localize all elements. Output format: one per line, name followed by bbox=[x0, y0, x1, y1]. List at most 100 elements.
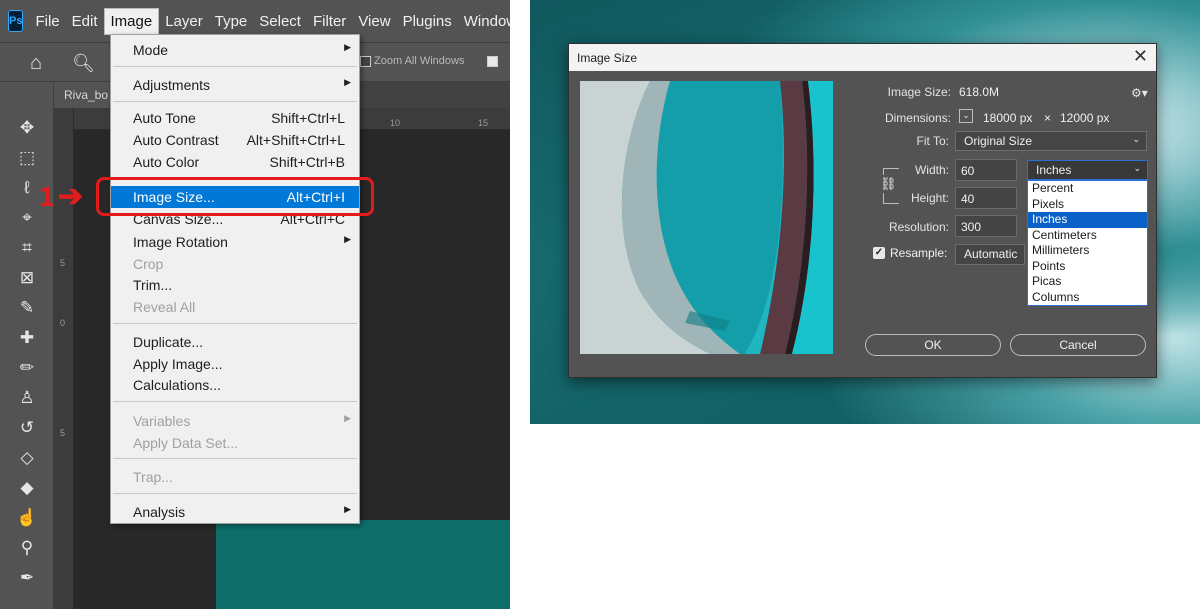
unit-option-pixels[interactable]: Pixels bbox=[1028, 197, 1147, 213]
menu-item-auto-tone[interactable]: Auto Tone Shift+Ctrl+L bbox=[111, 107, 359, 129]
menu-item-auto-color[interactable]: Auto Color Shift+Ctrl+B bbox=[111, 151, 359, 173]
close-icon[interactable]: ✕ bbox=[1133, 46, 1148, 67]
history-brush-icon[interactable]: ↺ bbox=[14, 416, 40, 440]
menu-item-adjustments[interactable]: Adjustments ▶ bbox=[111, 74, 359, 96]
zoom-all-windows-checkbox[interactable] bbox=[360, 56, 371, 67]
menu-layer[interactable]: Layer bbox=[159, 9, 209, 34]
eyedropper-tool-icon[interactable]: ✎ bbox=[14, 296, 40, 320]
zoom-all-windows-label: Zoom All Windows bbox=[374, 55, 465, 67]
photoshop-window: Ps File Edit Image Layer Type Select Fil… bbox=[0, 0, 510, 609]
smudge-tool-icon[interactable]: ☝ bbox=[14, 506, 40, 530]
menu-file[interactable]: File bbox=[29, 9, 65, 34]
paint-bucket-icon[interactable]: ◆ bbox=[14, 476, 40, 500]
document-tab[interactable]: Riva_bo bbox=[54, 82, 119, 108]
unit-option-inches[interactable]: Inches bbox=[1028, 212, 1147, 228]
image-preview[interactable] bbox=[580, 81, 833, 354]
resample-method-select[interactable]: Automatic bbox=[955, 244, 1025, 265]
menu-separator bbox=[113, 323, 357, 324]
ruler-tick-label: 5 bbox=[60, 428, 66, 438]
unit-option-points[interactable]: Points bbox=[1028, 259, 1147, 275]
chevron-down-icon: ⌄ bbox=[1132, 134, 1140, 144]
submenu-arrow-icon: ▶ bbox=[344, 77, 351, 87]
dodge-tool-icon[interactable]: ⚲ bbox=[14, 536, 40, 560]
dimensions-height-value: 12000 px bbox=[1060, 111, 1110, 125]
ok-button[interactable]: OK bbox=[865, 334, 1001, 356]
cancel-button[interactable]: Cancel bbox=[1010, 334, 1146, 356]
step-number-annotation: 1 bbox=[39, 181, 55, 212]
crop-tool-icon[interactable]: ⌗ bbox=[14, 236, 40, 260]
menu-item-auto-contrast[interactable]: Auto Contrast Alt+Shift+Ctrl+L bbox=[111, 129, 359, 151]
resolution-label: Resolution: bbox=[888, 220, 949, 234]
dialog-title-bar: Image Size ✕ bbox=[569, 44, 1156, 71]
object-select-tool-icon[interactable]: ⌖ bbox=[14, 206, 40, 230]
submenu-arrow-icon: ▶ bbox=[344, 413, 351, 423]
image-size-dialog: Image Size ✕ Image Size: 618.0M ⚙▾ Dimen… bbox=[568, 43, 1157, 378]
menu-item-apply-image[interactable]: Apply Image... bbox=[111, 353, 359, 375]
menu-filter[interactable]: Filter bbox=[307, 9, 352, 34]
menu-view[interactable]: View bbox=[352, 9, 396, 34]
zoom-tool-icon[interactable]: 🔍︎ bbox=[72, 51, 96, 75]
menu-type[interactable]: Type bbox=[209, 9, 254, 34]
menu-separator bbox=[113, 458, 357, 459]
home-icon[interactable]: ⌂ bbox=[22, 51, 50, 75]
dimensions-label: Dimensions: bbox=[884, 111, 951, 125]
menu-separator bbox=[113, 401, 357, 402]
resolution-input[interactable]: 300 bbox=[955, 215, 1017, 237]
menu-plugins[interactable]: Plugins bbox=[397, 9, 458, 34]
dimensions-times-sign: × bbox=[1044, 111, 1052, 125]
menu-item-trap: Trap... bbox=[133, 469, 173, 485]
move-tool-icon[interactable]: ✥ bbox=[14, 116, 40, 140]
ruler-tick-label: 15 bbox=[478, 118, 489, 128]
chevron-down-icon[interactable]: ⌄ bbox=[959, 109, 973, 123]
menu-item-analysis[interactable]: Analysis ▶ bbox=[111, 501, 359, 523]
ruler-tick-label: 0 bbox=[60, 318, 66, 328]
menu-separator bbox=[113, 101, 357, 102]
menu-item-mode[interactable]: Mode ▶ bbox=[111, 39, 359, 61]
unit-option-centimeters[interactable]: Centimeters bbox=[1028, 228, 1147, 244]
image-menu-dropdown: Mode ▶ Adjustments ▶ Auto Tone Shift+Ctrl+L… bbox=[110, 34, 360, 524]
dimensions-width-value: 18000 px bbox=[983, 111, 1033, 125]
ruler-tick-label: 10 bbox=[390, 118, 401, 128]
clone-stamp-icon[interactable]: ♙ bbox=[14, 386, 40, 410]
height-label: Height: bbox=[910, 191, 949, 205]
marquee-tool-icon[interactable]: ⬚ bbox=[14, 146, 40, 170]
scrubby-zoom-checkbox[interactable] bbox=[487, 56, 498, 67]
document-image[interactable] bbox=[216, 520, 510, 609]
chevron-down-icon: ⌄ bbox=[1133, 163, 1141, 173]
fit-to-label: Fit To: bbox=[916, 134, 949, 148]
menu-item-image-rotation[interactable]: Image Rotation ▶ bbox=[111, 231, 359, 253]
width-unit-select[interactable]: Inches ⌄ bbox=[1027, 160, 1148, 180]
menu-window[interactable]: Window bbox=[458, 9, 510, 34]
menu-item-reveal-all: Reveal All bbox=[133, 299, 196, 315]
menu-edit[interactable]: Edit bbox=[66, 9, 104, 34]
submenu-arrow-icon: ▶ bbox=[344, 234, 351, 244]
height-input[interactable]: 40 bbox=[955, 187, 1017, 209]
healing-brush-icon[interactable]: ✚ bbox=[14, 326, 40, 350]
width-input[interactable]: 60 bbox=[955, 159, 1017, 181]
submenu-arrow-icon: ▶ bbox=[344, 504, 351, 514]
gear-icon[interactable]: ⚙▾ bbox=[1131, 86, 1148, 100]
menu-item-duplicate[interactable]: Duplicate... bbox=[111, 331, 359, 353]
eraser-tool-icon[interactable]: ◇ bbox=[14, 446, 40, 470]
lasso-tool-icon[interactable]: ℓ bbox=[14, 176, 40, 200]
fit-to-select[interactable]: Original Size ⌄ bbox=[955, 131, 1147, 151]
menu-item-calculations[interactable]: Calculations... bbox=[111, 374, 359, 396]
resample-checkbox[interactable]: ✓ bbox=[873, 247, 885, 259]
resample-label: Resample: bbox=[890, 246, 948, 260]
frame-tool-icon[interactable]: ⊠ bbox=[14, 266, 40, 290]
unit-option-columns[interactable]: Columns bbox=[1028, 290, 1147, 306]
image-size-label: Image Size: bbox=[887, 85, 951, 99]
arrow-right-icon: ➔ bbox=[58, 180, 84, 213]
link-chain-icon[interactable]: ⛓ bbox=[880, 175, 897, 193]
unit-option-picas[interactable]: Picas bbox=[1028, 274, 1147, 290]
photoshop-logo: Ps bbox=[8, 10, 24, 32]
menu-item-variables: Variables ▶ bbox=[133, 413, 351, 429]
unit-option-percent[interactable]: Percent bbox=[1028, 181, 1147, 197]
menu-select[interactable]: Select bbox=[253, 9, 307, 34]
menu-item-trim[interactable]: Trim... bbox=[111, 274, 359, 296]
brush-tool-icon[interactable]: ✏ bbox=[14, 356, 40, 380]
menu-item-apply-data-set: Apply Data Set... bbox=[133, 435, 239, 451]
menu-image[interactable]: Image bbox=[103, 7, 160, 35]
pen-tool-icon[interactable]: ✒ bbox=[14, 566, 40, 590]
unit-option-millimeters[interactable]: Millimeters bbox=[1028, 243, 1147, 259]
